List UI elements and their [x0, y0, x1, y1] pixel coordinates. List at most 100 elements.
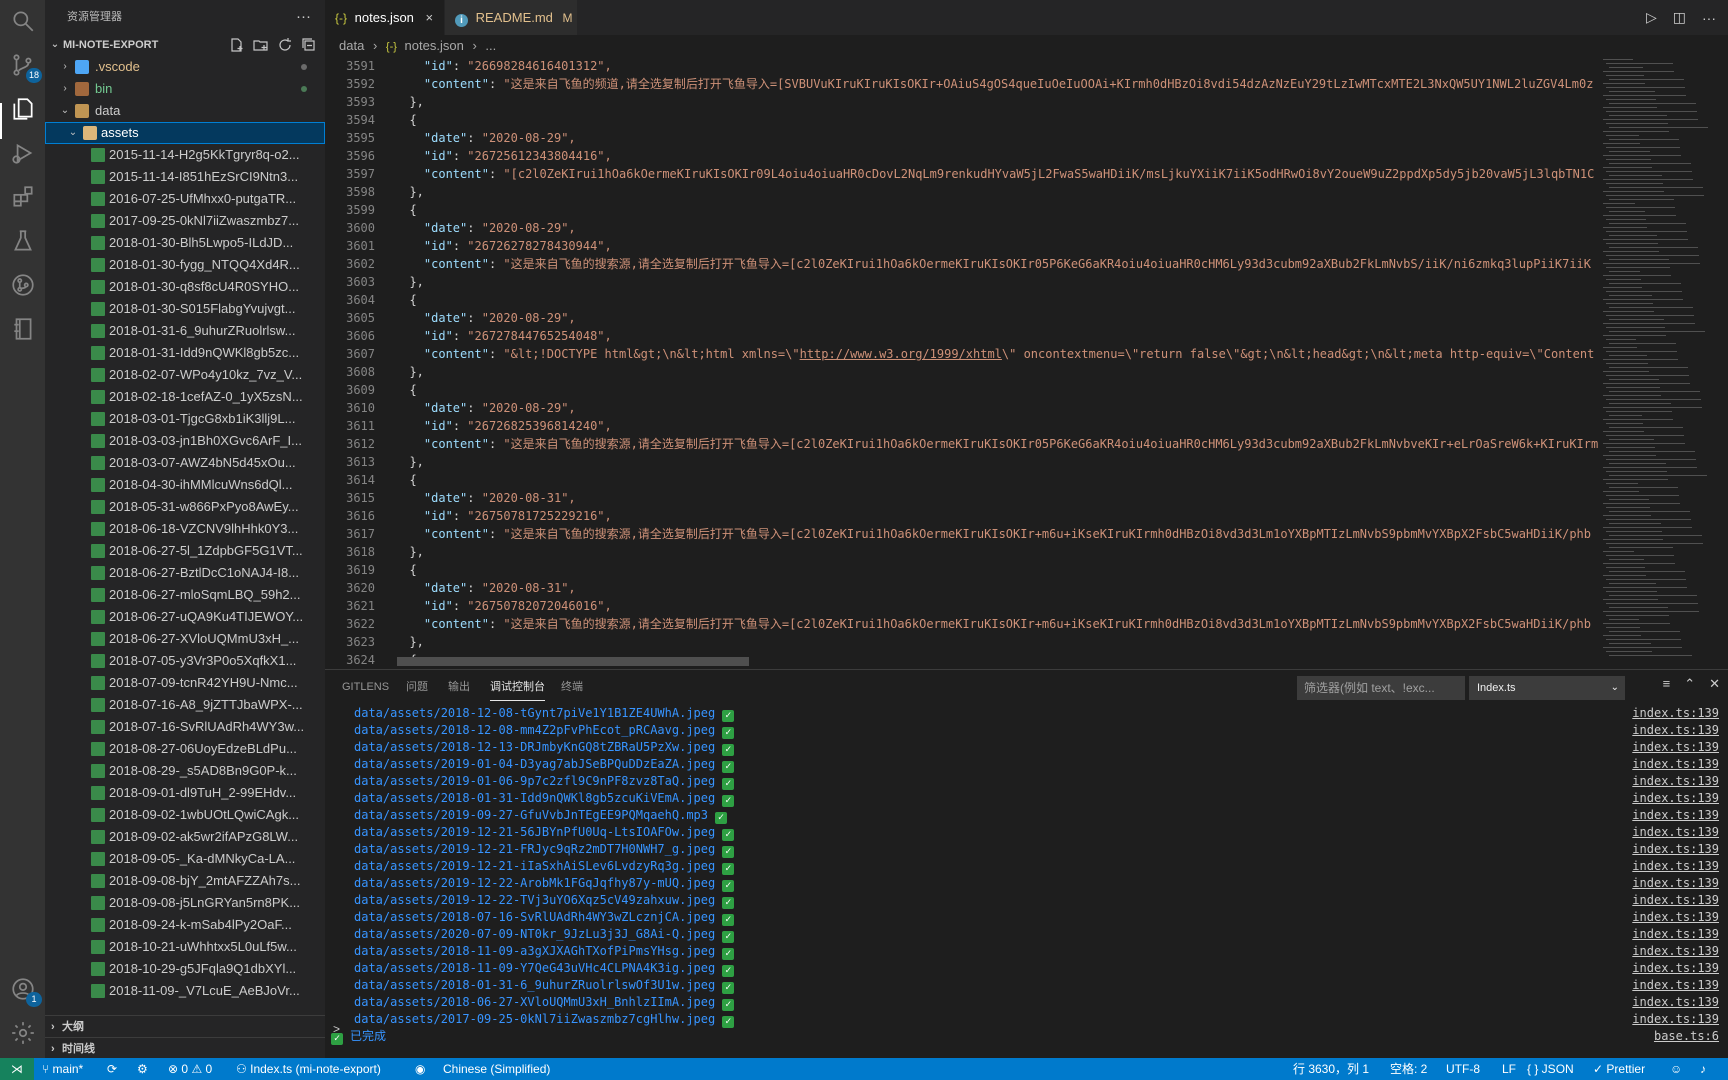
file-item[interactable]: 2018-09-24-k-mSab4lPy2OaF... — [45, 914, 325, 936]
extensions-icon[interactable] — [8, 182, 38, 212]
code-editor[interactable]: 3591 3592 3593 3594 3595 3596 3597 3598 3599 3600… — [325, 57, 1728, 669]
new-folder-icon[interactable] — [253, 37, 269, 53]
file-item[interactable]: 2018-03-03-jn1Bh0XGvc6ArF_I... — [45, 430, 325, 452]
log-path[interactable]: data/assets/2018-12-08-mm4Z2pFvPhEcot_pR… — [354, 723, 715, 737]
remote-icon[interactable]: ⋊ — [0, 1058, 34, 1080]
file-item[interactable]: 2015-11-14-I851hEzSrCI9Ntn3... — [45, 166, 325, 188]
file-item[interactable]: 2018-09-02-1wbUOtLQwiCAgk... — [45, 804, 325, 826]
broadcast-icon[interactable]: ◉ — [415, 1058, 425, 1080]
code-line[interactable]: "id": "26725612343804416", — [395, 147, 1620, 165]
code-line[interactable]: "id": "26726278278430944", — [395, 237, 1620, 255]
clear-console-icon[interactable]: ≡ — [1663, 676, 1671, 692]
file-item[interactable]: 2018-09-01-dl9TuH_2-99EHdv... — [45, 782, 325, 804]
source-link[interactable]: index.ts:139 — [1632, 773, 1719, 790]
log-path[interactable]: data/assets/2018-01-31-6_9uhurZRuolrlswO… — [354, 978, 715, 992]
code-line[interactable]: "content": "这是来自飞鱼的搜索源,请全选复制后打开飞鱼导入=[c2l… — [395, 435, 1620, 453]
file-item[interactable]: 2015-11-14-H2g5KkTgryr8q-o2... — [45, 144, 325, 166]
code-line[interactable]: "content": "这是来自飞鱼的搜索源,请全选复制后打开飞鱼导入=[c2l… — [395, 615, 1620, 633]
code-line[interactable]: }, — [395, 453, 1620, 471]
log-path[interactable]: data/assets/2019-01-04-D3yag7abJSeBPQuDD… — [354, 757, 715, 771]
breadcrumb-more[interactable]: ... — [485, 38, 496, 53]
log-path[interactable]: data/assets/2019-12-22-TVj3uYO6Xqz5cV49z… — [354, 893, 715, 907]
code-line[interactable]: "date": "2020-08-29", — [395, 309, 1620, 327]
source-link[interactable]: index.ts:139 — [1632, 824, 1719, 841]
source-link[interactable]: index.ts:139 — [1632, 926, 1719, 943]
log-path[interactable]: data/assets/2018-12-13-DRJmbyKnGQ8tZBRaU… — [354, 740, 715, 754]
code-line[interactable]: { — [395, 471, 1620, 489]
run-icon[interactable]: ▷ — [1646, 9, 1657, 26]
file-item[interactable]: 2018-01-31-Idd9nQWKl8gb5zc... — [45, 342, 325, 364]
collapse-all-icon[interactable] — [301, 37, 317, 53]
notebook-icon[interactable] — [8, 314, 38, 344]
file-item[interactable]: 2018-02-07-WPo4y10kz_7vz_V... — [45, 364, 325, 386]
source-link[interactable]: index.ts:139 — [1632, 841, 1719, 858]
file-item[interactable]: 2018-03-01-TjgcG8xb1iK3llj9L... — [45, 408, 325, 430]
log-path[interactable]: data/assets/2020-07-09-NT0kr_9JzLu3j3J_G… — [354, 927, 715, 941]
source-control-icon[interactable]: 18 — [8, 50, 42, 83]
folder-data[interactable]: ⌄ data — [45, 100, 325, 122]
problems-status[interactable]: ⊗ 0 ⚠ 0 — [168, 1058, 212, 1080]
log-path[interactable]: data/assets/2019-12-21-iIaSxhAiSLev6Lvdz… — [354, 859, 715, 873]
code-line[interactable]: { — [395, 201, 1620, 219]
source-link[interactable]: index.ts:139 — [1632, 790, 1719, 807]
folder-bin[interactable]: › bin — [45, 78, 325, 100]
source-link[interactable]: index.ts:139 — [1632, 943, 1719, 960]
code-line[interactable]: "content": "这是来自飞鱼的搜索源,请全选复制后打开飞鱼导入=[c2l… — [395, 525, 1620, 543]
tab-notes-json[interactable]: {-} notes.json × — [325, 0, 444, 35]
indentation[interactable]: 空格: 2 — [1390, 1058, 1427, 1080]
file-item[interactable]: 2018-01-30-fygg_NTQQ4Xd4R... — [45, 254, 325, 276]
file-item[interactable]: 2018-01-30-q8sf8cU4R0SYHO... — [45, 276, 325, 298]
eol[interactable]: LF — [1502, 1058, 1516, 1080]
file-item[interactable]: 2018-09-08-bjY_2mtAFZZAh7s... — [45, 870, 325, 892]
file-item[interactable]: 2018-09-05-_Ka-dMNkyCa-LA... — [45, 848, 325, 870]
code-line[interactable]: "id": "26750782072046016", — [395, 597, 1620, 615]
filter-input[interactable]: 筛选器(例如 text、!exc... — [1297, 676, 1465, 700]
code-line[interactable]: { — [395, 291, 1620, 309]
code-line[interactable]: }, — [395, 273, 1620, 291]
horizontal-scrollbar[interactable] — [397, 657, 749, 666]
file-item[interactable]: 2018-01-30-Blh5Lwpo5-ILdJD... — [45, 232, 325, 254]
debug-console-output[interactable]: data/assets/2018-12-08-tGynt7piVe1Y1B1ZE… — [325, 705, 1728, 1045]
code-lines[interactable]: "id": "26698284616401312", "content": "这… — [395, 57, 1620, 669]
close-icon[interactable]: × — [426, 10, 434, 25]
language-pack-status[interactable]: Chinese (Simplified) — [443, 1058, 550, 1080]
folder-vscode[interactable]: › .vscode — [45, 56, 325, 78]
breadcrumb-data[interactable]: data — [339, 38, 364, 53]
file-item[interactable]: 2017-09-25-0kNl7iiZwaszmbz7... — [45, 210, 325, 232]
maximize-panel-icon[interactable]: ⌃ — [1684, 676, 1695, 692]
log-path[interactable]: data/assets/2019-09-27-GfuVvbJnTEgEE9PQM… — [354, 808, 708, 822]
code-line[interactable]: "date": "2020-08-31", — [395, 489, 1620, 507]
tab-problems[interactable]: 问题 — [406, 670, 428, 705]
file-item[interactable]: 2018-06-27-uQA9Ku4TIJEWOY... — [45, 606, 325, 628]
file-item[interactable]: 2018-06-27-BztlDcC1oNAJ4-I8... — [45, 562, 325, 584]
source-link[interactable]: index.ts:139 — [1632, 739, 1719, 756]
explorer-icon[interactable] — [8, 94, 38, 124]
file-item[interactable]: 2018-10-29-g5JFqla9Q1dbXYl... — [45, 958, 325, 980]
refresh-icon[interactable] — [277, 37, 293, 53]
timeline-section[interactable]: › 时间线 — [45, 1037, 325, 1059]
code-line[interactable]: "content": "这是来自飞鱼的搜索源,请全选复制后打开飞鱼导入=[c2l… — [395, 255, 1620, 273]
code-line[interactable]: "id": "26698284616401312", — [395, 57, 1620, 75]
testing-icon[interactable] — [8, 226, 38, 256]
log-path[interactable]: data/assets/2019-12-22-ArobMk1FGqJqfhy87… — [354, 876, 715, 890]
bell-icon[interactable]: ♪ — [1700, 1058, 1706, 1080]
file-item[interactable]: 2018-08-29-_s5AD8Bn9G0P-k... — [45, 760, 325, 782]
code-line[interactable]: { — [395, 111, 1620, 129]
cursor-position[interactable]: 行 3630，列 1 — [1293, 1058, 1369, 1080]
file-item[interactable]: 2018-07-16-A8_9jZTTJbaWPX-... — [45, 694, 325, 716]
tab-gitlens[interactable]: GITLENS — [342, 670, 389, 705]
more-icon[interactable]: ··· — [1702, 10, 1716, 26]
file-item[interactable]: 2018-06-27-mloSqmLBQ_59h2... — [45, 584, 325, 606]
outline-section[interactable]: › 大纲 — [45, 1015, 325, 1037]
log-path[interactable]: data/assets/2018-11-09-Y7QeG43uVHc4CLPNA… — [354, 961, 715, 975]
code-line[interactable]: "id": "26726825396814240", — [395, 417, 1620, 435]
file-item[interactable]: 2018-10-21-uWhhtxx5L0uLf5w... — [45, 936, 325, 958]
workspace-root[interactable]: ⌄ MI-NOTE-EXPORT — [45, 34, 325, 56]
source-link[interactable]: base.ts:6 — [1654, 1028, 1719, 1045]
code-line[interactable]: "content": "&lt;!DOCTYPE html&gt;\n&lt;h… — [395, 345, 1620, 363]
code-line[interactable]: "date": "2020-08-31", — [395, 579, 1620, 597]
folder-assets[interactable]: ⌄ assets — [45, 122, 325, 144]
file-item[interactable]: 2018-11-09-_vaH6Q_LgtfXWCF... — [45, 1002, 325, 1004]
source-link[interactable]: index.ts:139 — [1632, 756, 1719, 773]
debug-status[interactable]: ⚇ Index.ts (mi-note-export) — [236, 1058, 381, 1080]
